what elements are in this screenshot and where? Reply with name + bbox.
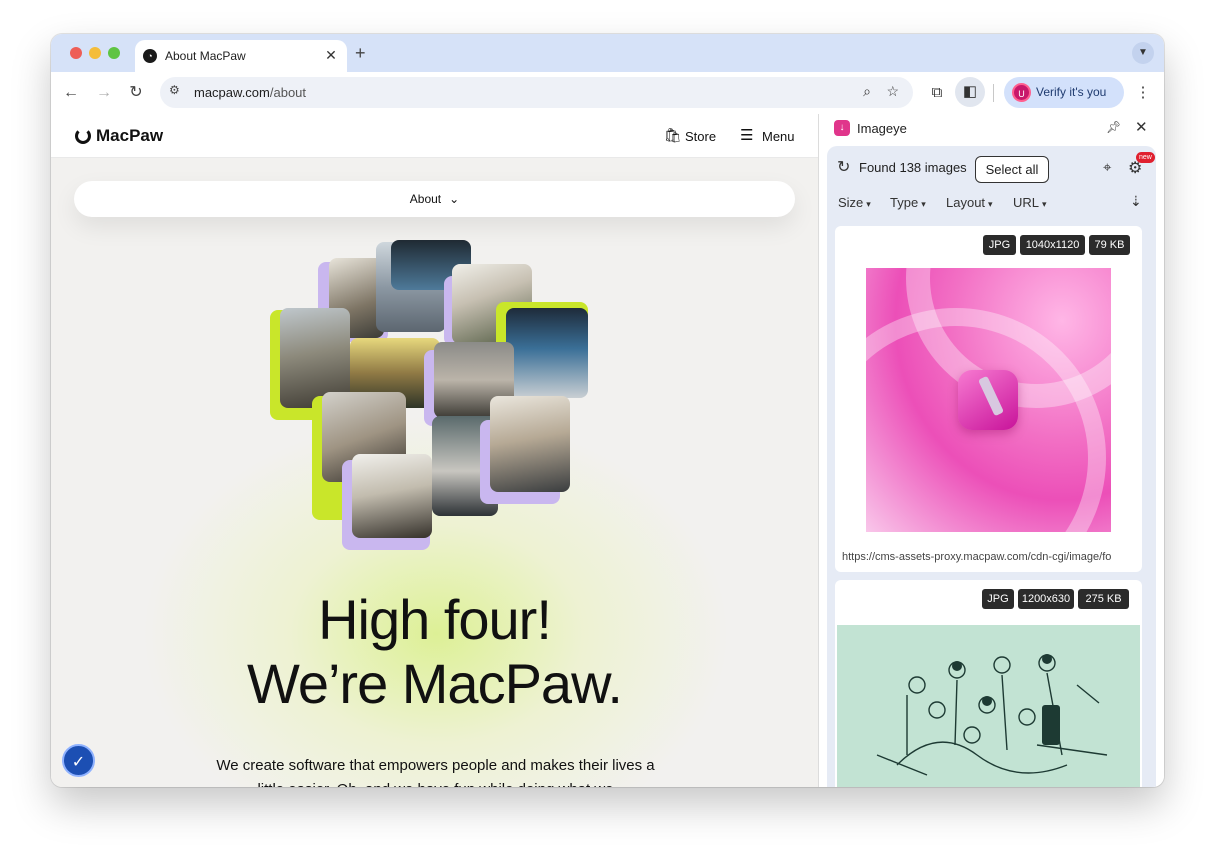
hero-title: High four! We’re MacPaw. (51, 588, 818, 716)
web-page: MacPaw 🛍︎ Store ☰ Menu About ⌄ High four… (51, 114, 818, 787)
zoom-magnifier-icon[interactable]: ⌕ (863, 83, 871, 100)
tab-close-icon[interactable]: ✕ (323, 47, 339, 64)
about-dropdown[interactable]: About ⌄ (74, 181, 795, 217)
macpaw-logo-icon[interactable] (75, 128, 91, 144)
side-panel-icon[interactable]: ◧ (955, 77, 985, 107)
address-bar[interactable]: ⚙ macpaw.com/about ⌕ ☆ (160, 77, 913, 108)
chevron-down-icon: ▾ (866, 199, 871, 209)
toolbar-separator (993, 84, 994, 102)
image-thumbnail[interactable] (837, 625, 1140, 787)
crosshair-icon[interactable]: ⌖ (1103, 159, 1111, 176)
forward-arrow-icon[interactable]: → (93, 82, 115, 104)
hero-title-line-1: High four! (318, 588, 552, 651)
chevron-down-icon: ▾ (1042, 199, 1047, 209)
refresh-icon[interactable]: ↻ (837, 157, 850, 177)
window-close-button[interactable] (70, 47, 82, 59)
archiver-app-icon (958, 370, 1018, 430)
browser-toolbar: ← → ↻ ⚙ macpaw.com/about ⌕ ☆ ⧉ ◧ U Verif… (51, 72, 1164, 114)
browser-window: ◔ About MacPaw ✕ + ▼ ← → ↻ ⚙ macpaw.com/… (51, 34, 1164, 787)
select-all-button[interactable]: Select all (975, 156, 1049, 183)
team-photo-collage (266, 240, 596, 550)
macpaw-favicon-icon: ◔ (143, 49, 157, 63)
verify-label: Verify it's you (1036, 85, 1107, 99)
sort-icon[interactable]: ⇣ (1130, 193, 1142, 210)
store-link[interactable]: Store (685, 129, 716, 144)
site-info-icon[interactable]: ⚙ (169, 83, 180, 97)
collage-photo (352, 454, 432, 538)
filter-url-label: URL (1013, 195, 1040, 210)
dimensions-chip: 1040x1120 (1020, 235, 1085, 255)
window-maximize-button[interactable] (108, 47, 120, 59)
about-label: About (409, 192, 442, 206)
url-path: /about (269, 85, 307, 100)
hero-subtitle: We create software that empowers people … (216, 757, 655, 787)
chevron-down-icon: ▾ (921, 199, 926, 209)
tab-title: About MacPaw (165, 49, 246, 63)
found-count: Found 138 images (859, 160, 967, 175)
new-tab-button[interactable]: + (355, 43, 366, 64)
image-card[interactable]: JPG 1040x1120 79 KB https://cms-assets-p… (835, 226, 1142, 572)
imageye-side-panel: ↓ Imageye 📌︎ ✕ ↻ Found 138 images Select… (819, 114, 1164, 787)
tab-about-macpaw[interactable]: ◔ About MacPaw ✕ (135, 40, 347, 72)
chevron-down-icon: ⌄ (449, 192, 460, 206)
pin-icon[interactable]: 📌︎ (1106, 120, 1121, 134)
format-chip: JPG (982, 589, 1014, 609)
filter-layout[interactable]: Layout ▾ (946, 195, 993, 210)
new-badge: new (1136, 152, 1155, 163)
extensions-puzzle-icon[interactable]: ⧉ (926, 82, 948, 104)
bookmark-star-icon[interactable]: ☆ (886, 83, 899, 100)
menu-link[interactable]: Menu (762, 129, 795, 144)
image-card[interactable]: JPG 1200x630 275 KB (835, 580, 1142, 787)
filter-size-label: Size (838, 195, 864, 210)
size-chip: 79 KB (1089, 235, 1130, 255)
close-icon[interactable]: ✕ (1135, 118, 1148, 136)
hero-title-line-2: We’re MacPaw. (247, 652, 623, 715)
image-thumbnail[interactable] (866, 268, 1111, 532)
url-host: macpaw.com (194, 85, 270, 100)
team-illustration (876, 654, 1108, 776)
collage-photo (506, 308, 588, 398)
filter-url[interactable]: URL ▾ (1013, 195, 1047, 210)
reload-icon[interactable]: ↻ (125, 82, 147, 104)
image-url[interactable]: https://cms-assets-proxy.macpaw.com/cdn-… (842, 551, 1139, 563)
menu-hamburger-icon[interactable]: ☰ (740, 126, 753, 144)
format-chip: JPG (983, 235, 1016, 255)
filter-type[interactable]: Type ▾ (890, 195, 926, 210)
more-kebab-icon[interactable]: ⋮ (1132, 82, 1154, 104)
imageye-logo-icon: ↓ (834, 120, 850, 136)
chevron-down-icon: ▾ (988, 199, 993, 209)
back-arrow-icon[interactable]: ← (60, 82, 82, 104)
verify-profile-button[interactable]: U Verify it's you (1004, 77, 1124, 108)
tab-search-chevron-icon[interactable]: ▼ (1132, 42, 1154, 64)
zip-strip (978, 375, 1004, 417)
filter-layout-label: Layout (946, 195, 986, 210)
filter-type-label: Type (890, 195, 919, 210)
side-panel-title: Imageye (857, 121, 907, 136)
dimensions-chip: 1200x630 (1018, 589, 1074, 609)
accessibility-icon[interactable]: ✓ (62, 744, 95, 777)
imageye-content: ↻ Found 138 images Select all ⌖ ⚙ new Si… (827, 146, 1156, 787)
store-bag-icon[interactable]: 🛍︎ (664, 127, 682, 144)
tab-strip: ◔ About MacPaw ✕ + ▼ (51, 34, 1164, 72)
window-minimize-button[interactable] (89, 47, 101, 59)
collage-photo (490, 396, 570, 492)
size-chip: 275 KB (1078, 589, 1129, 609)
filter-size[interactable]: Size ▾ (838, 195, 871, 210)
macpaw-logo[interactable]: MacPaw (96, 126, 163, 146)
url-text[interactable]: macpaw.com/about (194, 85, 306, 100)
site-header: MacPaw 🛍︎ Store ☰ Menu (51, 114, 818, 158)
profile-avatar: U (1012, 83, 1031, 102)
